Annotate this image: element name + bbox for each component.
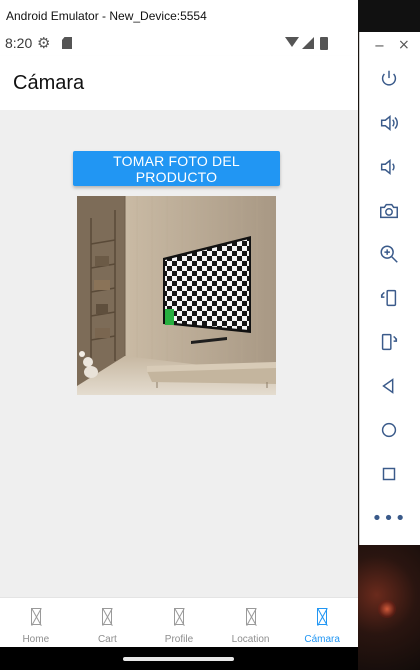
tab-label: Cart (97, 634, 117, 645)
power-icon (381, 70, 397, 86)
placeholder-icon (30, 608, 41, 625)
rotate-right-icon (381, 333, 398, 351)
page-title: Cámara (13, 72, 85, 94)
desktop-background-bottom (358, 545, 420, 670)
tab-label: Cámara (304, 634, 340, 645)
settings-gear-icon: ⚙ (37, 34, 51, 52)
rotate-right-button[interactable] (374, 327, 404, 357)
bottom-tab-bar: Home Cart Profile Location Cámara (0, 597, 358, 647)
app-bar: Cámara (0, 56, 358, 110)
volume-down-button[interactable] (374, 152, 404, 182)
tab-location[interactable]: Location (215, 598, 287, 647)
home-icon (381, 422, 397, 438)
home-button[interactable] (374, 415, 404, 445)
camera-icon (380, 203, 398, 219)
back-button[interactable] (374, 371, 404, 401)
emulator-window: Android Emulator - New_Device:5554 8:20 … (0, 0, 358, 670)
back-icon (382, 378, 394, 394)
android-nav-bar (0, 647, 358, 670)
close-button[interactable]: × (398, 37, 410, 53)
volume-down-icon (380, 159, 395, 175)
volume-up-button[interactable] (374, 108, 404, 138)
screenshot-button[interactable] (374, 196, 404, 226)
product-photo (77, 196, 276, 395)
zoom-button[interactable] (374, 239, 404, 269)
take-photo-button[interactable]: TOMAR FOTO DEL PRODUCTO (73, 151, 280, 186)
minimize-button[interactable]: − (374, 39, 385, 54)
desktop-background-top (358, 0, 420, 32)
home-gesture-handle[interactable] (123, 657, 234, 661)
tab-label: Home (22, 634, 50, 645)
signal-icon (302, 37, 314, 49)
camera-page: TOMAR FOTO DEL PRODUCTO (0, 110, 358, 597)
tab-label: Profile (164, 634, 194, 645)
tab-cart[interactable]: Cart (72, 598, 144, 647)
battery-icon (320, 37, 328, 50)
tab-camara[interactable]: Cámara (286, 598, 358, 647)
sd-card-icon (62, 37, 72, 49)
tab-label: Location (231, 634, 270, 645)
tab-home[interactable]: Home (0, 598, 72, 647)
placeholder-icon (245, 608, 256, 625)
overview-button[interactable] (374, 459, 404, 489)
emulator-toolbar: − × ••• (359, 32, 420, 545)
placeholder-icon (173, 608, 184, 625)
placeholder-icon (102, 608, 113, 625)
volume-up-icon (380, 115, 398, 131)
rotate-left-icon (380, 289, 397, 307)
power-button[interactable] (374, 64, 404, 94)
zoom-icon (380, 245, 398, 263)
wifi-icon (285, 37, 299, 47)
more-button[interactable]: ••• (372, 503, 406, 533)
status-time: 8:20 (5, 35, 33, 51)
tab-profile[interactable]: Profile (143, 598, 215, 647)
status-bar: 8:20 ⚙ (0, 30, 358, 56)
placeholder-icon (317, 608, 328, 625)
overview-icon (382, 467, 396, 481)
rotate-left-button[interactable] (374, 283, 404, 313)
window-title: Android Emulator - New_Device:5554 (0, 0, 358, 30)
